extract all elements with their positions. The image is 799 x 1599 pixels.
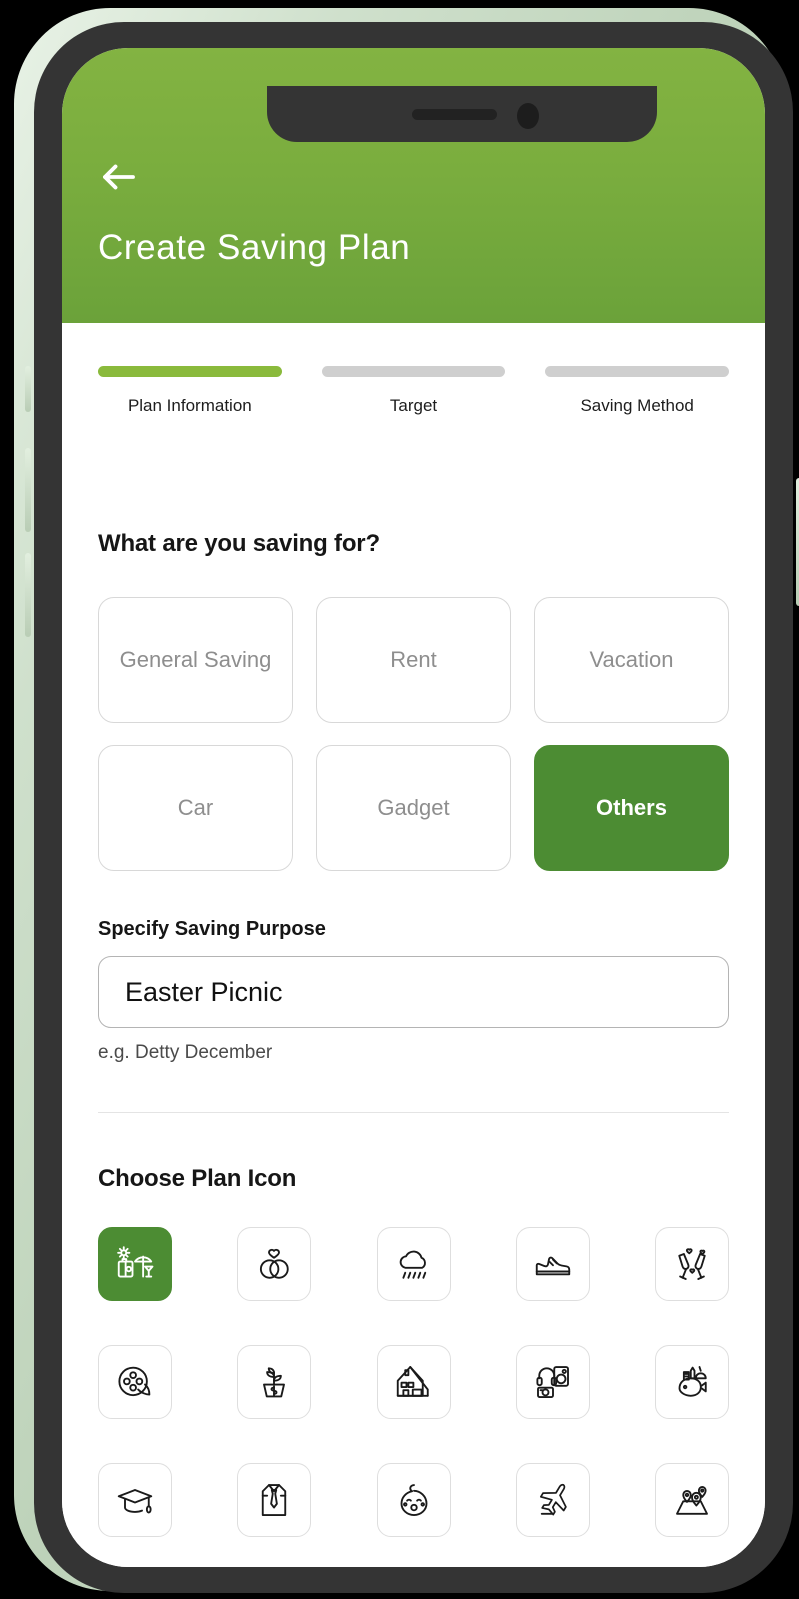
electronics-gadget-icon: [536, 1366, 569, 1398]
saving-purpose-heading: What are you saving for?: [98, 530, 380, 557]
plan-icon-tile-airplane-travel[interactable]: [515, 1463, 590, 1537]
map-pins-icon: [676, 1485, 708, 1515]
plan-icon-tile-baby-face[interactable]: [376, 1463, 451, 1537]
plan-icon-tile-wedding-rings[interactable]: [237, 1227, 312, 1301]
arrow-left-icon: [103, 164, 135, 190]
plan-icon-tile-house-home[interactable]: [376, 1345, 451, 1419]
film-reel-icon: [118, 1366, 151, 1397]
stepper-bar-inactive: [321, 366, 506, 377]
progress-stepper: Plan Information Target Saving Method: [98, 366, 730, 416]
plan-icon-tile-rain-cloud[interactable]: [376, 1227, 451, 1301]
champagne-glasses-icon: [678, 1248, 706, 1280]
plan-icon-tile-sneaker-shoe[interactable]: [515, 1227, 590, 1301]
stepper-step-plan-information[interactable]: Plan Information: [98, 366, 282, 416]
plan-icon-tile-film-reel[interactable]: [98, 1345, 172, 1419]
specify-purpose-hint: e.g. Detty December: [98, 1042, 273, 1063]
plan-icon-tile-map-pins[interactable]: [655, 1463, 729, 1537]
category-chip-gadget[interactable]: Gadget: [316, 745, 511, 871]
section-divider: [98, 1112, 729, 1113]
sneaker-shoe-icon: [535, 1256, 570, 1276]
groceries-food-icon: [678, 1366, 707, 1397]
plan-icon-tile-graduation-cap[interactable]: [98, 1463, 172, 1537]
phone-device-frame: Create Saving Plan Plan Information Targ…: [14, 8, 799, 1593]
airplane-travel-icon: [539, 1483, 567, 1516]
app-body: Plan Information Target Saving Method Wh…: [62, 323, 765, 1567]
category-chip-general-saving[interactable]: General Saving: [98, 597, 293, 723]
phone-screen: Create Saving Plan Plan Information Targ…: [62, 48, 765, 1567]
category-chip-car[interactable]: Car: [98, 745, 293, 871]
volume-down-button[interactable]: [25, 553, 31, 637]
category-chip-label: Gadget: [377, 795, 450, 821]
category-chip-rent[interactable]: Rent: [316, 597, 511, 723]
category-chip-label: Others: [596, 795, 667, 821]
stepper-label: Plan Information: [127, 396, 252, 415]
stepper-step-target[interactable]: Target: [321, 366, 506, 416]
silent-switch-button[interactable]: [25, 366, 31, 412]
wedding-rings-icon: [260, 1248, 289, 1279]
category-chip-vacation[interactable]: Vacation: [534, 597, 729, 723]
plan-icon-tile-money-plant[interactable]: [237, 1345, 312, 1419]
plan-icon-tile-vacation-beach[interactable]: [98, 1227, 172, 1301]
graduation-cap-icon: [117, 1489, 153, 1514]
shirt-tie-icon: [262, 1484, 287, 1516]
house-home-icon: [396, 1366, 429, 1397]
category-chip-label: Rent: [390, 647, 437, 673]
category-chip-label: Vacation: [589, 647, 674, 673]
category-grid: General Saving Rent Vacation Car Gadget …: [98, 597, 729, 871]
volume-up-button[interactable]: [25, 448, 31, 532]
front-camera-icon: [517, 103, 539, 129]
plan-icon-tile-champagne-glasses[interactable]: [655, 1227, 729, 1301]
speaker-grille-icon: [412, 109, 497, 120]
category-chip-label: General Saving: [119, 647, 272, 673]
money-plant-icon: [263, 1367, 286, 1398]
specify-purpose-label: Specify Saving Purpose: [98, 918, 326, 940]
category-chip-label: Car: [177, 795, 214, 821]
back-button[interactable]: [98, 156, 140, 198]
stepper-step-saving-method[interactable]: Saving Method: [545, 366, 730, 416]
specify-purpose-input[interactable]: [98, 956, 729, 1028]
stepper-bar-active: [98, 366, 282, 377]
page-title: Create Saving Plan: [98, 228, 411, 267]
phone-notch: [267, 86, 657, 142]
plan-icon-tile-groceries-food[interactable]: [655, 1345, 729, 1419]
vacation-beach-icon: [117, 1246, 154, 1278]
plan-icon-grid: [98, 1227, 729, 1537]
plan-icon-tile-shirt-tie[interactable]: [237, 1463, 312, 1537]
choose-plan-icon-heading: Choose Plan Icon: [98, 1165, 297, 1192]
plan-icon-tile-electronics-gadget[interactable]: [515, 1345, 590, 1419]
category-chip-others[interactable]: Others: [534, 745, 729, 871]
rain-cloud-icon: [399, 1250, 426, 1279]
stepper-label: Target: [389, 396, 438, 415]
baby-face-icon: [400, 1484, 427, 1516]
stepper-label: Saving Method: [580, 396, 694, 415]
stepper-bar-inactive: [545, 366, 730, 377]
